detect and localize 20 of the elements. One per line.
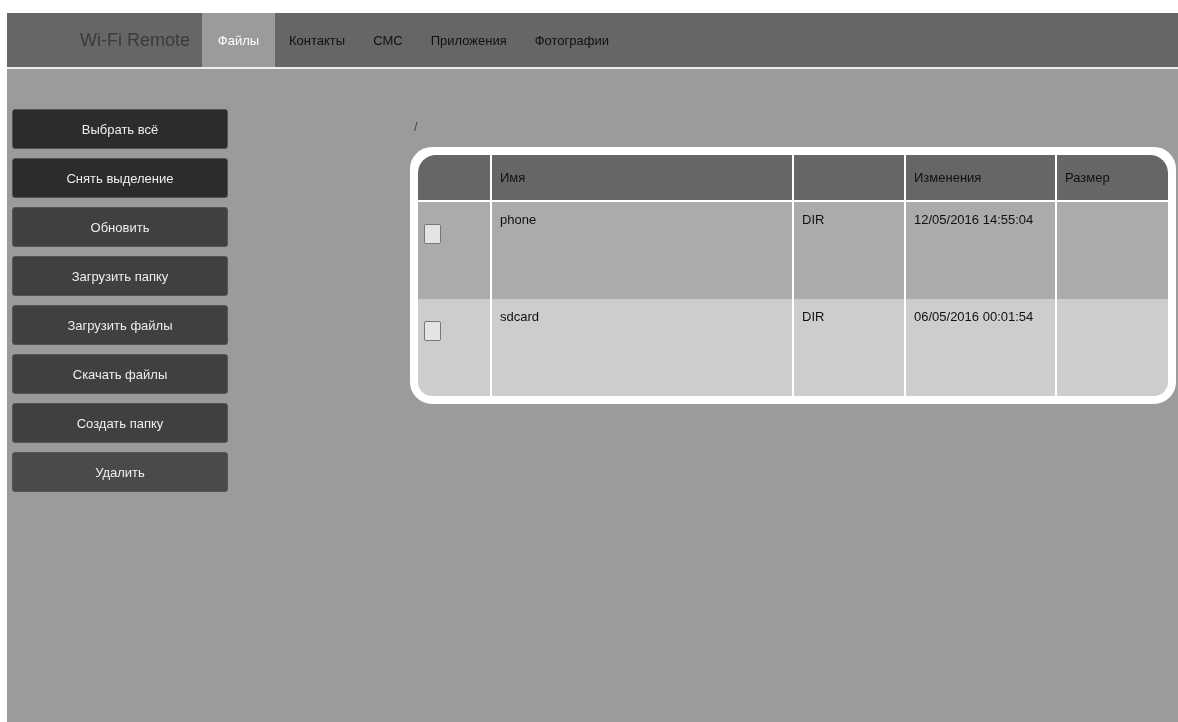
action-button[interactable]: Выбрать всё (12, 109, 228, 149)
row-checkbox[interactable] (424, 224, 441, 244)
modified-date: 12/05/2016 14:55:04 (914, 212, 1034, 227)
action-button[interactable]: Загрузить папку (12, 256, 228, 296)
action-button[interactable]: Загрузить файлы (12, 305, 228, 345)
column-header: Имя (491, 155, 793, 201)
file-type: DIR (802, 309, 825, 324)
modified-date: 06/05/2016 00:01:54 (914, 309, 1034, 324)
file-type: DIR (802, 212, 825, 227)
action-button[interactable]: Снять выделение (12, 158, 228, 198)
column-header: Изменения (905, 155, 1056, 201)
action-button[interactable]: Скачать файлы (12, 354, 228, 394)
action-button[interactable]: Создать папку (12, 403, 228, 443)
action-button[interactable]: Обновить (12, 207, 228, 247)
row-checkbox[interactable] (424, 321, 441, 341)
current-path: / (414, 119, 418, 134)
file-name: phone (500, 212, 537, 227)
column-header: Размер (1056, 155, 1168, 201)
file-name: sdcard (500, 309, 540, 324)
action-button[interactable]: Удалить (12, 452, 228, 492)
